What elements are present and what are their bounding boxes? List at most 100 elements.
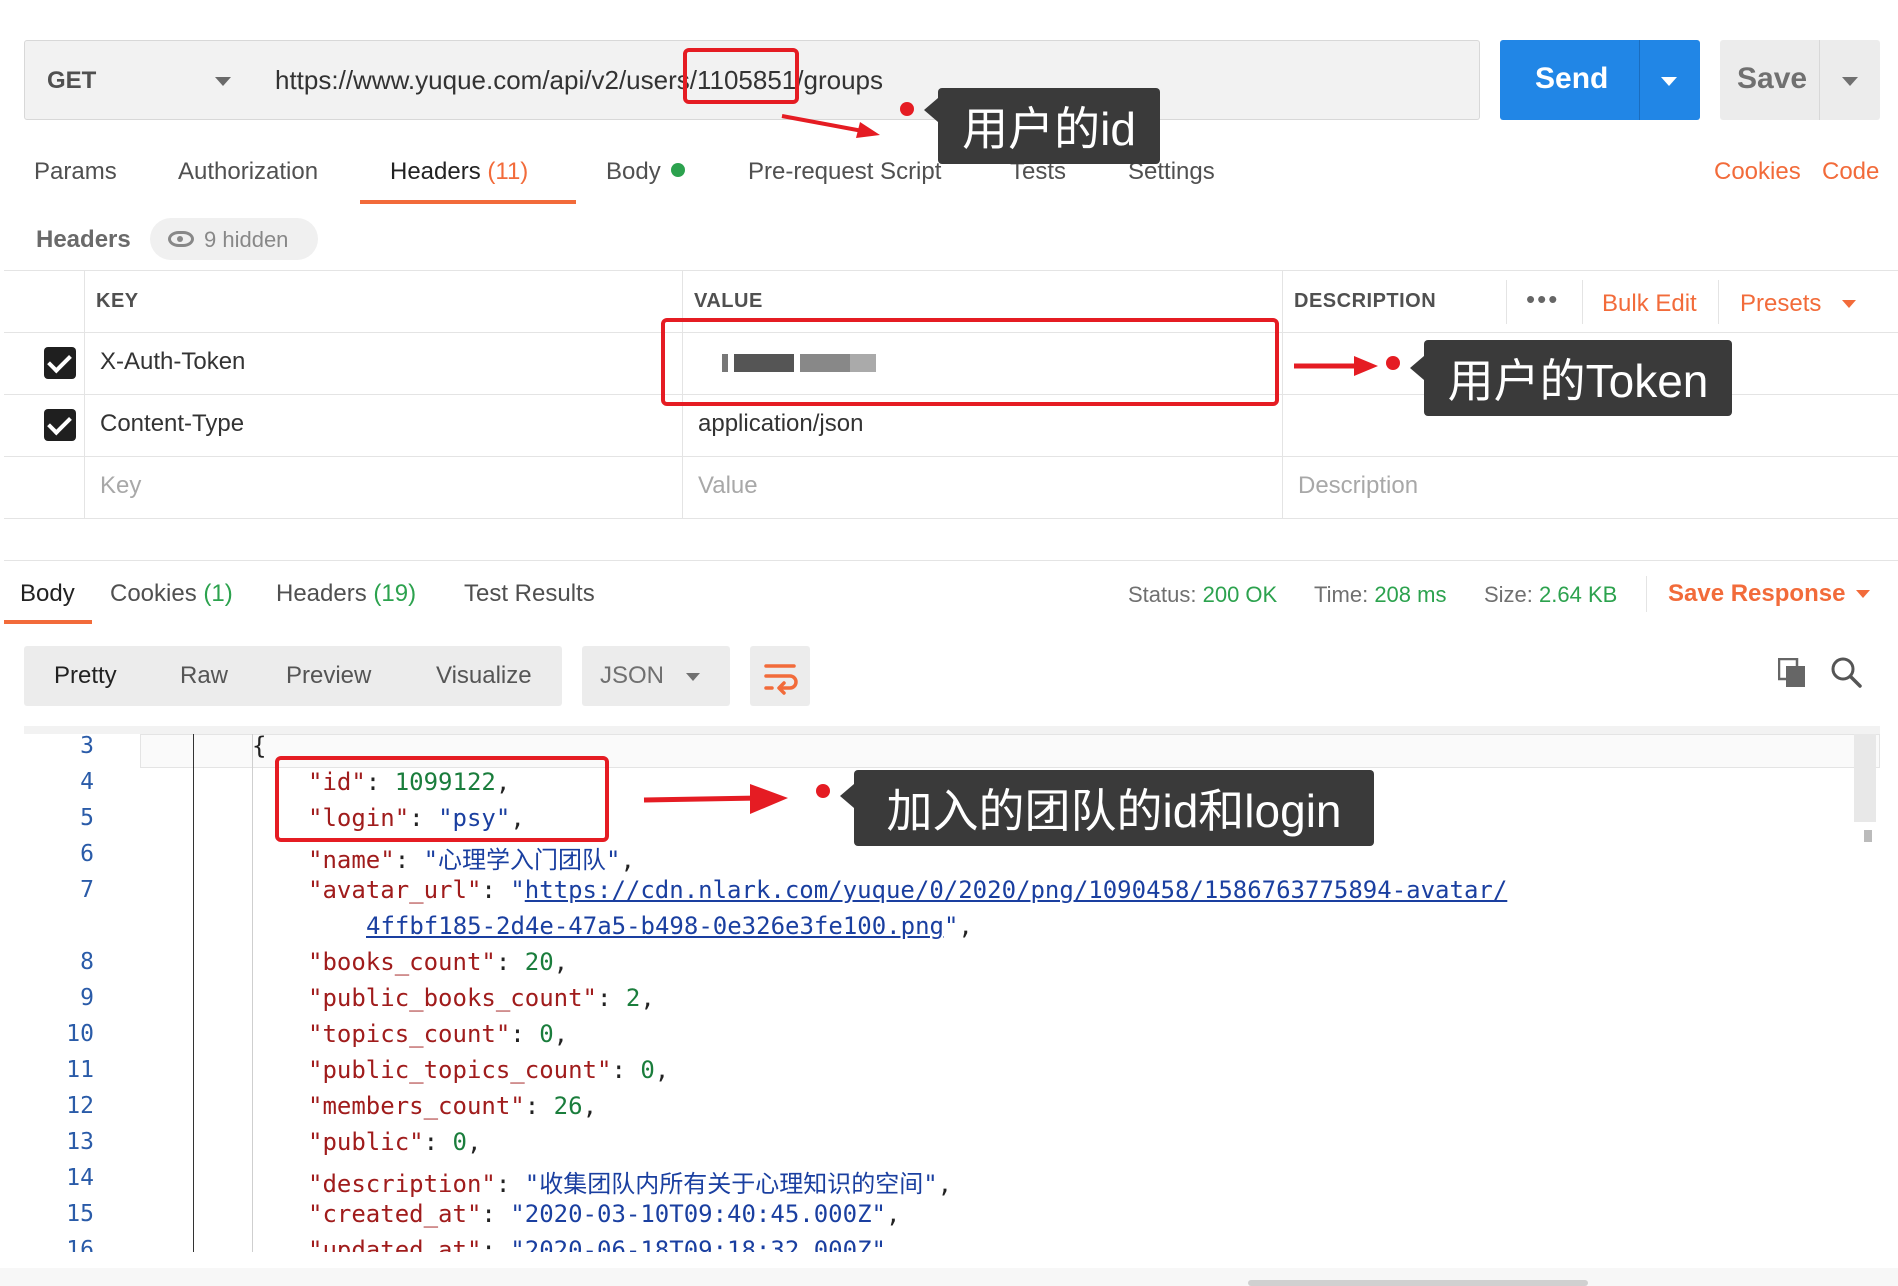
save-options-chevron-icon[interactable] bbox=[1842, 77, 1858, 86]
view-pretty[interactable]: Pretty bbox=[54, 662, 117, 690]
tab-pre-request-script[interactable]: Pre-request Script bbox=[748, 158, 941, 186]
json-key: "public_topics_count" bbox=[308, 1056, 612, 1084]
tab-authorization[interactable]: Authorization bbox=[178, 158, 318, 186]
annotation-team-id-login: 加入的团队的id和login bbox=[854, 770, 1374, 846]
response-tab-cookies-count: (1) bbox=[203, 580, 233, 607]
search-icon[interactable] bbox=[1830, 656, 1862, 688]
format-select[interactable]: JSON bbox=[582, 646, 730, 706]
json-string: "2020-06-18T09:18:32.000Z" bbox=[510, 1236, 886, 1252]
view-preview[interactable]: Preview bbox=[286, 662, 371, 690]
json-number: 26 bbox=[553, 1092, 583, 1120]
code-line: "books_count": 20, bbox=[308, 948, 569, 976]
line-number: 15 bbox=[66, 1201, 94, 1227]
line-number: 12 bbox=[66, 1093, 94, 1119]
line-number: 10 bbox=[66, 1021, 94, 1047]
new-key-input[interactable]: Key bbox=[100, 472, 141, 500]
row-checkbox[interactable] bbox=[44, 409, 76, 441]
json-key: "public_books_count" bbox=[308, 984, 597, 1012]
row-border bbox=[4, 456, 1898, 457]
code-line: "name": "心理学入门团队", bbox=[308, 846, 635, 874]
method-select[interactable]: GET bbox=[24, 40, 256, 120]
json-key: "updated_at" bbox=[308, 1236, 482, 1252]
tab-body-label: Body bbox=[606, 158, 661, 185]
header-key[interactable]: Content-Type bbox=[100, 410, 244, 438]
save-label: Save bbox=[1737, 62, 1808, 95]
response-tab-test-results[interactable]: Test Results bbox=[464, 580, 595, 608]
annotation-pointer bbox=[924, 98, 938, 122]
url-suffix: /groups bbox=[796, 65, 883, 95]
json-url-link[interactable]: https://cdn.nlark.com/yuque/0/2020/png/1… bbox=[525, 876, 1508, 904]
code-line: "created_at": "2020-03-10T09:40:45.000Z"… bbox=[308, 1200, 901, 1228]
code-link[interactable]: Code bbox=[1822, 158, 1879, 186]
headers-section-title: Headers bbox=[36, 226, 131, 253]
copy-icon[interactable] bbox=[1778, 658, 1806, 688]
save-button[interactable]: Save bbox=[1720, 40, 1880, 120]
save-separator bbox=[1819, 40, 1820, 120]
json-number: 2 bbox=[625, 984, 641, 1012]
wrap-lines-button[interactable] bbox=[750, 646, 810, 706]
view-visualize[interactable]: Visualize bbox=[436, 662, 532, 690]
method-label: GET bbox=[47, 67, 97, 94]
new-value-input[interactable]: Value bbox=[698, 472, 758, 500]
more-options-icon[interactable]: ••• bbox=[1526, 284, 1559, 315]
tab-headers-count: (11) bbox=[487, 158, 529, 185]
chevron-down-icon bbox=[215, 77, 231, 86]
time-value: 208 ms bbox=[1374, 582, 1447, 607]
response-tab-headers[interactable]: Headers (19) bbox=[276, 580, 416, 608]
toolbar-divider bbox=[1718, 280, 1719, 324]
hidden-headers-toggle[interactable]: 9 hidden bbox=[150, 218, 318, 260]
line-number: 5 bbox=[80, 805, 94, 831]
line-number: 7 bbox=[80, 877, 94, 903]
cookies-link[interactable]: Cookies bbox=[1714, 158, 1801, 186]
status-label: Status: bbox=[1128, 582, 1197, 607]
tab-headers[interactable]: Headers (11) bbox=[390, 158, 528, 186]
toolbar-divider bbox=[1582, 280, 1583, 324]
tab-params[interactable]: Params bbox=[34, 158, 117, 186]
json-number: 20 bbox=[524, 948, 554, 976]
horizontal-scrollbar[interactable] bbox=[1248, 1280, 1588, 1286]
column-header-value: VALUE bbox=[694, 290, 763, 312]
json-url-link[interactable]: 4ffbf185-2d4e-47a5-b498-0e326e3fe100.png bbox=[366, 912, 944, 940]
json-key: "members_count" bbox=[308, 1092, 525, 1120]
line-number: 6 bbox=[80, 841, 94, 867]
line-number: 11 bbox=[66, 1057, 94, 1083]
response-tab-cookies[interactable]: Cookies (1) bbox=[110, 580, 233, 608]
save-response-button[interactable]: Save Response bbox=[1668, 580, 1845, 608]
code-line: 4ffbf185-2d4e-47a5-b498-0e326e3fe100.png… bbox=[366, 912, 973, 940]
table-top-border bbox=[4, 270, 1898, 271]
send-separator bbox=[1639, 40, 1640, 120]
column-header-key: KEY bbox=[96, 290, 139, 312]
header-value[interactable]: application/json bbox=[698, 410, 863, 438]
response-tab-headers-count: (19) bbox=[373, 580, 417, 607]
bulk-edit-link[interactable]: Bulk Edit bbox=[1602, 290, 1697, 318]
chevron-down-icon[interactable] bbox=[1856, 590, 1870, 598]
response-divider bbox=[4, 560, 1898, 561]
vertical-scrollbar[interactable] bbox=[1854, 734, 1876, 822]
view-raw[interactable]: Raw bbox=[180, 662, 228, 690]
scrollbar-handle[interactable] bbox=[1864, 830, 1872, 842]
json-key: "created_at" bbox=[308, 1200, 482, 1228]
annotation-dot bbox=[816, 784, 830, 798]
code-line: "members_count": 26, bbox=[308, 1092, 598, 1120]
new-description-input[interactable]: Description bbox=[1298, 472, 1418, 500]
response-tab-body[interactable]: Body bbox=[20, 580, 75, 608]
send-button[interactable]: Send bbox=[1500, 40, 1700, 120]
code-line: "topics_count": 0, bbox=[308, 1020, 569, 1048]
annotation-dot bbox=[1386, 356, 1400, 370]
body-status-dot-icon bbox=[670, 163, 685, 177]
row-checkbox[interactable] bbox=[44, 347, 76, 379]
format-view-group: Pretty Raw Preview Visualize bbox=[24, 646, 562, 706]
code-line: "public_topics_count": 0, bbox=[308, 1056, 670, 1084]
highlight-team-id-login bbox=[275, 756, 609, 842]
header-key[interactable]: X-Auth-Token bbox=[100, 348, 245, 376]
line-number: 8 bbox=[80, 949, 94, 975]
tab-body[interactable]: Body bbox=[606, 158, 685, 186]
json-string: "收集团队内所有关于心理知识的空间" bbox=[524, 1170, 938, 1198]
send-options-chevron-icon[interactable] bbox=[1661, 77, 1677, 86]
tab-headers-label: Headers bbox=[390, 158, 481, 185]
line-number: 14 bbox=[66, 1165, 94, 1191]
json-key: "avatar_url" bbox=[308, 876, 482, 904]
send-label: Send bbox=[1535, 62, 1609, 95]
presets-dropdown[interactable]: Presets bbox=[1740, 290, 1821, 318]
column-divider bbox=[1282, 270, 1283, 518]
